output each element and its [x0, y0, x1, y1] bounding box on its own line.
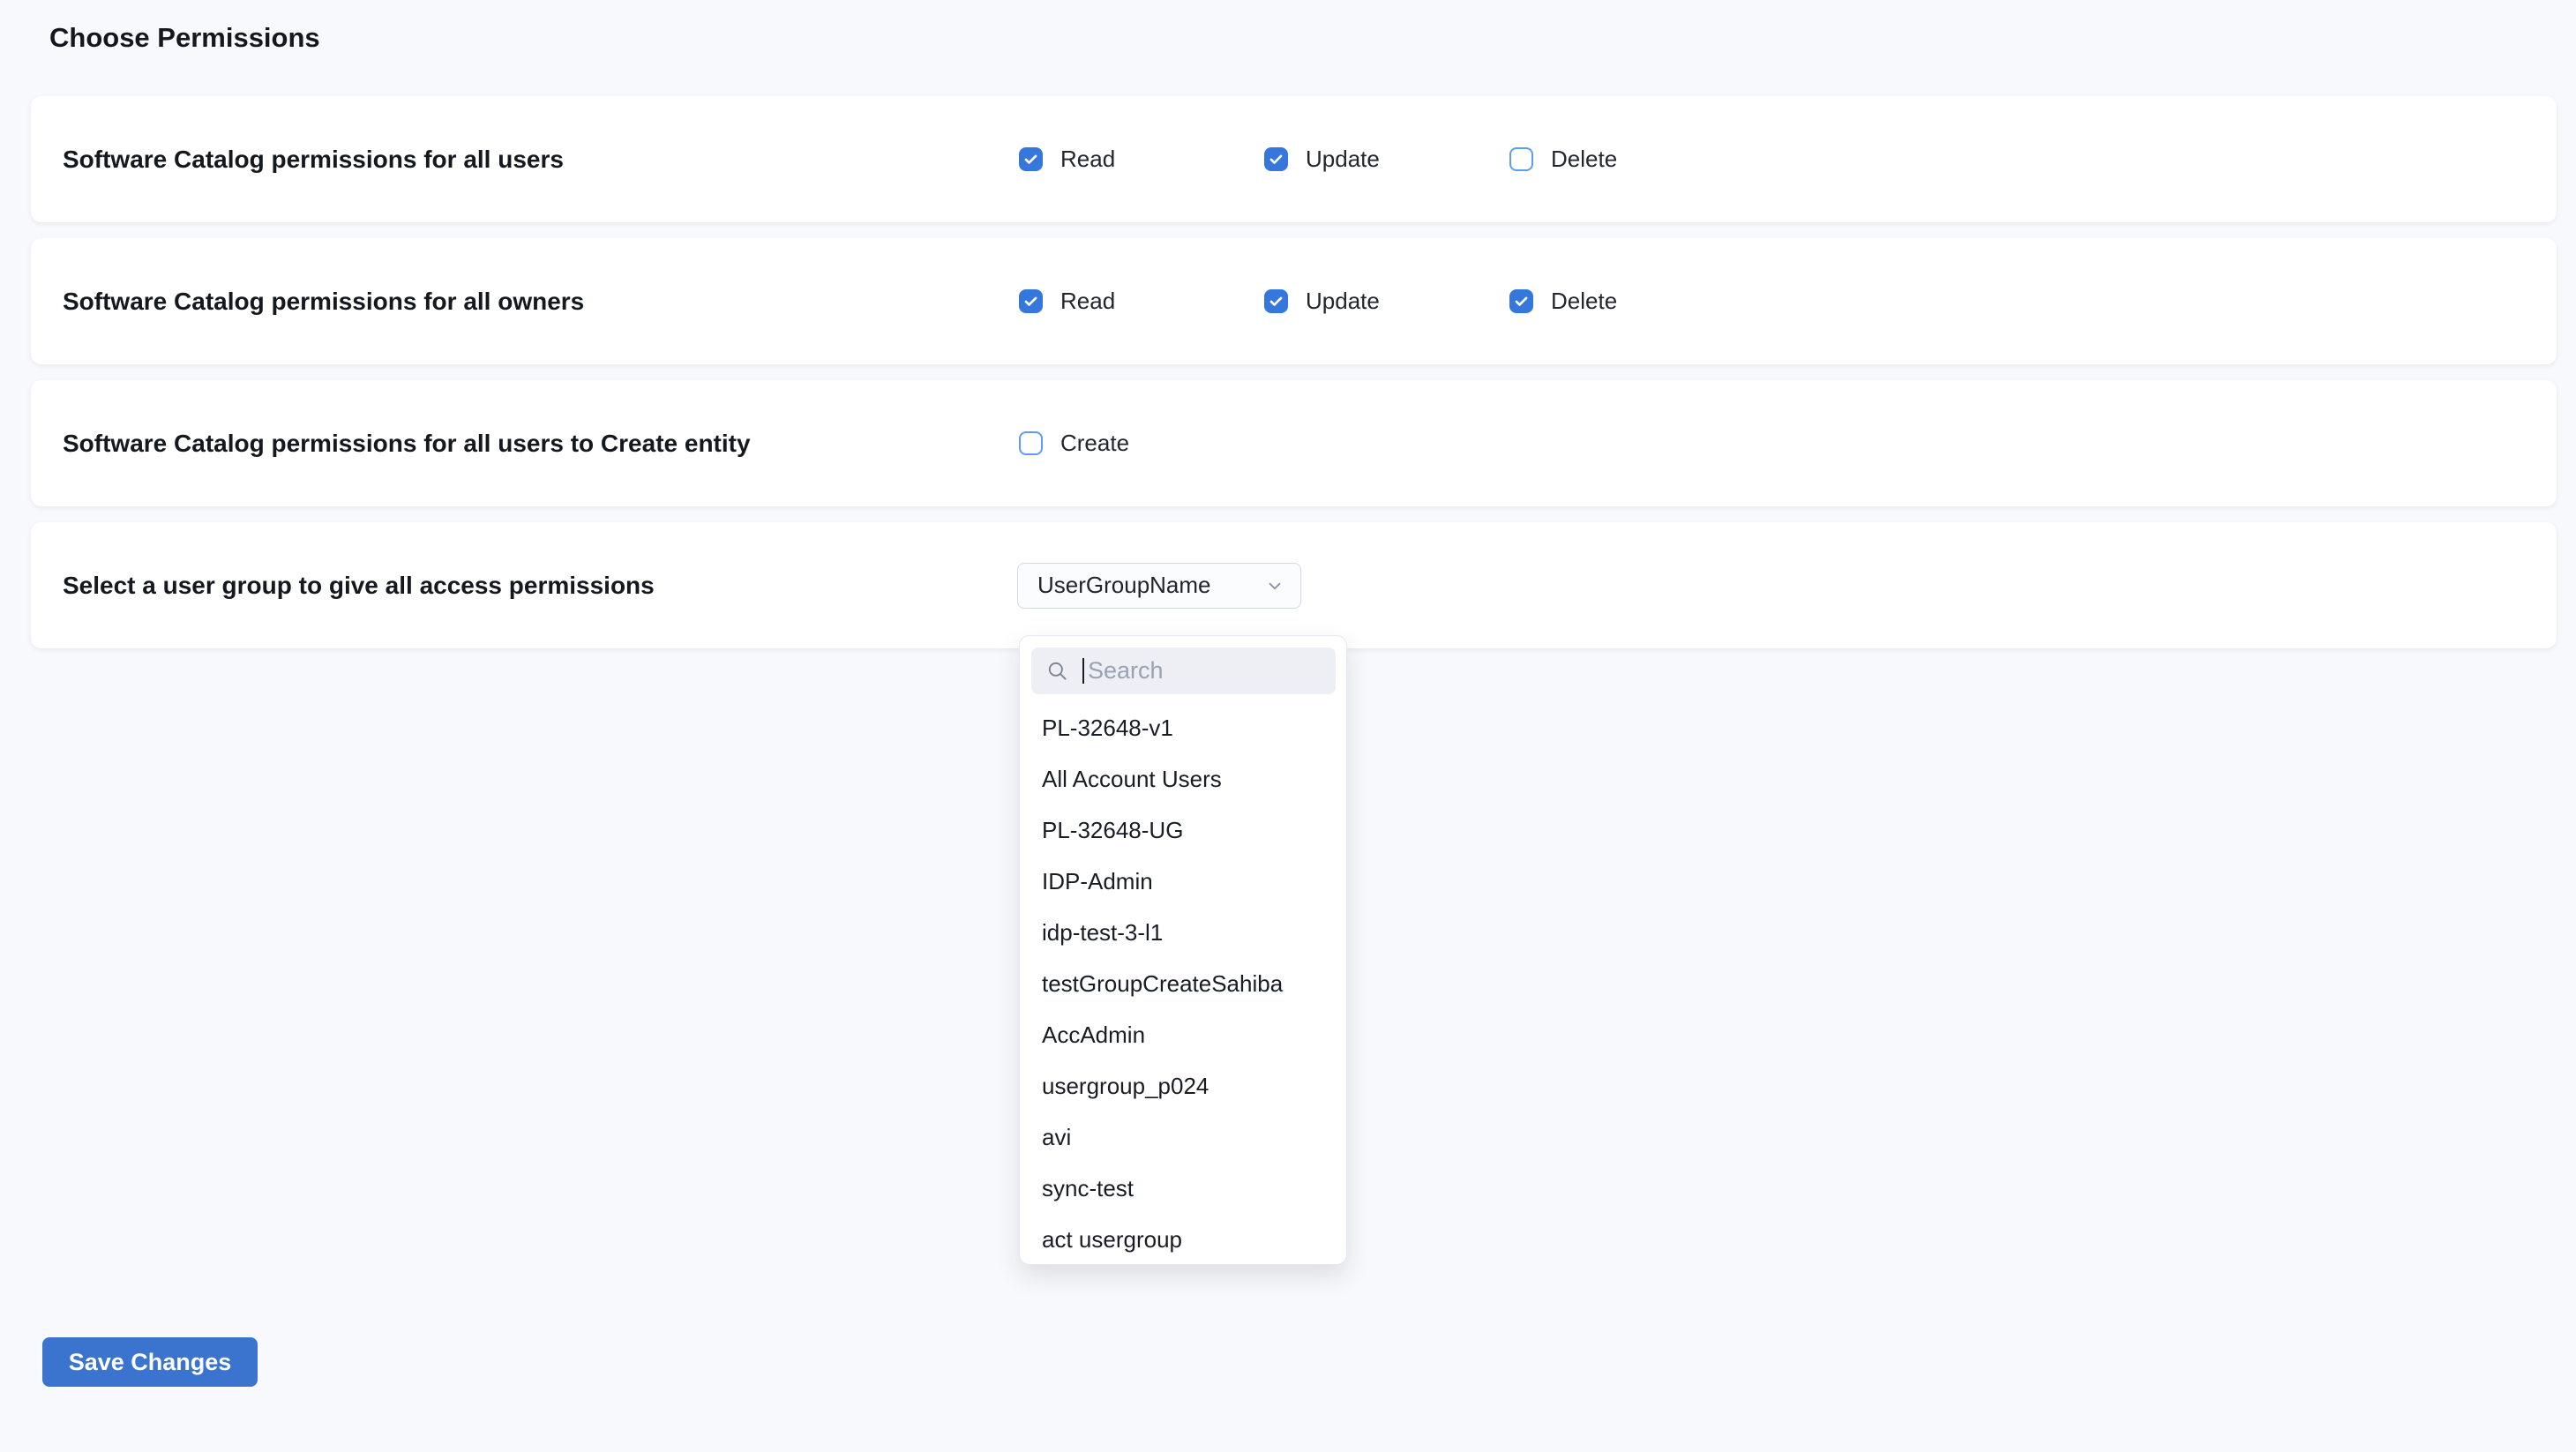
checkbox-label: Update	[1306, 288, 1380, 315]
checkbox-label: Delete	[1551, 288, 1617, 315]
dropdown-option[interactable]: PL-32648-v1	[1020, 702, 1346, 753]
read-checkbox[interactable]	[1019, 289, 1043, 313]
update-permission-group: Update	[1264, 146, 1509, 173]
read-checkbox[interactable]	[1019, 147, 1043, 171]
dropdown-option[interactable]: PL-32648-UG	[1020, 805, 1346, 856]
update-permission-group: Update	[1264, 288, 1509, 315]
dropdown-option[interactable]: IDP-Admin	[1020, 856, 1346, 907]
save-changes-button[interactable]: Save Changes	[42, 1337, 258, 1387]
checkbox-label: Delete	[1551, 146, 1617, 173]
dropdown-option[interactable]: usergroup_p024	[1020, 1060, 1346, 1111]
dropdown-search	[1031, 647, 1336, 694]
page-title: Choose Permissions	[49, 21, 2576, 54]
delete-permission-group: Delete	[1509, 288, 1755, 315]
dropdown-option[interactable]: All Account Users	[1020, 753, 1346, 805]
delete-permission-group: Delete	[1509, 146, 1755, 173]
checkbox-label: Update	[1306, 146, 1380, 173]
checkbox-row: Read Update Delete	[1019, 238, 1755, 364]
check-icon	[1022, 293, 1039, 310]
user-group-dropdown[interactable]: UserGroupName	[1017, 563, 1301, 609]
check-icon	[1268, 151, 1284, 168]
dropdown-option[interactable]: act usergroup	[1020, 1214, 1346, 1265]
search-input[interactable]	[1031, 647, 1336, 694]
check-icon	[1022, 151, 1039, 168]
card-label: Software Catalog permissions for all use…	[63, 430, 751, 458]
card-label: Select a user group to give all access p…	[63, 572, 655, 600]
user-group-card: Select a user group to give all access p…	[31, 522, 2557, 648]
permissions-card-create-entity: Software Catalog permissions for all use…	[31, 380, 2557, 506]
dropdown-option[interactable]: sync-test	[1020, 1163, 1346, 1214]
read-permission-group: Read	[1019, 146, 1264, 173]
delete-checkbox[interactable]	[1509, 289, 1533, 313]
checkbox-row: Create	[1019, 380, 1264, 506]
update-checkbox[interactable]	[1264, 147, 1288, 171]
card-label: Software Catalog permissions for all own…	[63, 288, 584, 316]
dropdown-option[interactable]: idp-test-3-l1	[1020, 907, 1346, 958]
user-group-dropdown-menu: PL-32648-v1 All Account Users PL-32648-U…	[1019, 635, 1347, 1265]
dropdown-options-list: PL-32648-v1 All Account Users PL-32648-U…	[1020, 702, 1346, 1265]
dropdown-value: UserGroupName	[1037, 572, 1211, 599]
dropdown-option[interactable]: AccAdmin	[1020, 1009, 1346, 1060]
card-label: Software Catalog permissions for all use…	[63, 146, 564, 174]
checkbox-label: Read	[1060, 288, 1115, 315]
checkbox-label: Read	[1060, 146, 1115, 173]
check-icon	[1513, 293, 1530, 310]
permissions-card-all-owners: Software Catalog permissions for all own…	[31, 238, 2557, 364]
checkbox-row: Read Update Delete	[1019, 96, 1755, 222]
create-permission-group: Create	[1019, 430, 1264, 457]
dropdown-option[interactable]: testGroupCreateSahiba	[1020, 958, 1346, 1009]
create-checkbox[interactable]	[1019, 431, 1043, 455]
chevron-down-icon	[1265, 576, 1284, 595]
permissions-card-all-users: Software Catalog permissions for all use…	[31, 96, 2557, 222]
checkbox-label: Create	[1060, 430, 1129, 457]
dropdown-option[interactable]: avi	[1020, 1111, 1346, 1163]
read-permission-group: Read	[1019, 288, 1264, 315]
delete-checkbox[interactable]	[1509, 147, 1533, 171]
check-icon	[1268, 293, 1284, 310]
update-checkbox[interactable]	[1264, 289, 1288, 313]
